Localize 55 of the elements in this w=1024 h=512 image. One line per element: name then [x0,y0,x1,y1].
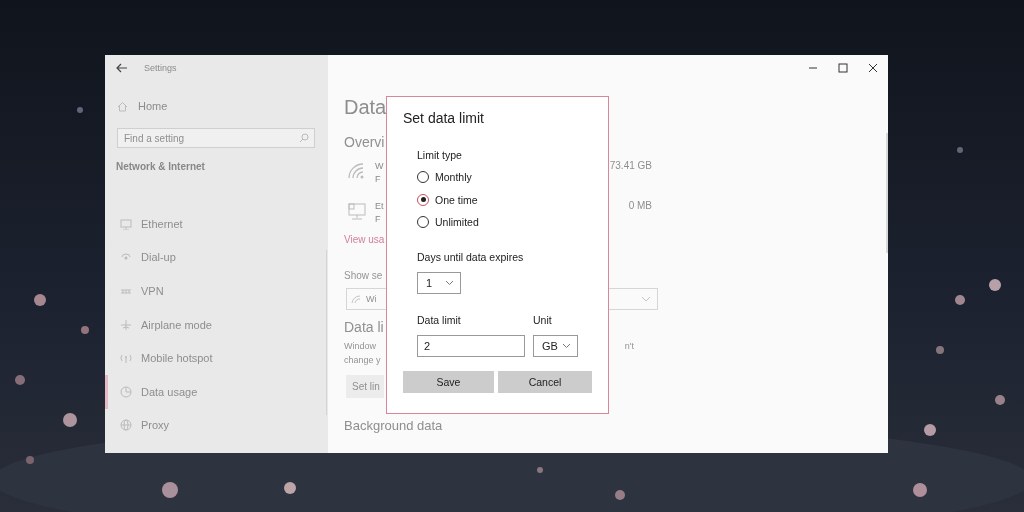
window-title: Settings [144,63,177,73]
section-heading: Overvi [344,134,385,152]
sidebar-item[interactable]: VPN [105,274,168,308]
unit-dropdown[interactable]: GB [533,334,578,357]
dialog-title: Set data limit [403,110,485,128]
sidebar-item[interactable]: Mobile hotspot [105,341,217,375]
sidebar-item[interactable]: Ethernet [105,207,187,241]
network-name: W [375,160,384,173]
home-nav-item[interactable]: Home [105,95,168,117]
field-label: Show se [344,270,383,283]
home-icon [117,100,128,112]
usage-amount: 0 MB [628,200,652,211]
sidebar-item[interactable]: Dial-up [105,240,180,275]
sidebar-item[interactable]: Airplane mode [105,307,216,342]
hotspot-icon [120,352,132,365]
description-text: change y [344,355,381,367]
chevron-down-icon [641,296,651,302]
back-arrow-icon[interactable] [116,63,128,73]
radio-label[interactable]: One time [435,193,478,206]
globe-icon [120,419,132,432]
search-icon [299,133,309,143]
section-heading: Network & Internet [116,161,205,174]
save-button[interactable]: Save [403,370,494,393]
close-icon[interactable] [868,63,878,73]
chevron-down-icon [445,279,454,286]
sidebar-item[interactable]: Data usage [105,374,202,409]
ethernet-icon [347,202,367,220]
network-status: F [375,213,381,226]
field-label: Limit type [417,149,463,163]
view-usage-link[interactable]: View usa [344,234,385,248]
field-label: Unit [533,313,553,328]
wifi-icon [351,294,361,304]
field-label: Data limit [417,313,462,328]
sidebar-item[interactable]: Proxy [105,408,174,443]
chevron-down-icon [562,342,571,349]
description-text: n't [624,341,634,353]
field-label: Days until data expires [417,250,525,265]
usage-amount: 73.41 GB [609,160,652,171]
section-heading: Background data [344,418,443,433]
radio-label[interactable]: Monthly [435,171,472,184]
monitor-icon [120,217,132,230]
airplane-icon [120,318,132,331]
network-status: F [375,173,381,186]
page-heading: Data [344,95,387,119]
data-limit-field[interactable]: 2 [417,334,525,357]
section-heading: Data li [344,319,384,337]
network-name: Et [375,200,384,213]
radio-label[interactable]: Unlimited [435,216,479,229]
days-dropdown[interactable]: 1 [417,271,461,294]
maximize-icon[interactable] [838,63,848,73]
cancel-button[interactable]: Cancel [498,370,592,393]
set-limit-button[interactable]: Set lin [346,375,384,398]
pie-chart-icon [120,385,132,398]
search-field[interactable]: Find a setting [117,128,315,148]
description-text: Window [344,341,376,353]
